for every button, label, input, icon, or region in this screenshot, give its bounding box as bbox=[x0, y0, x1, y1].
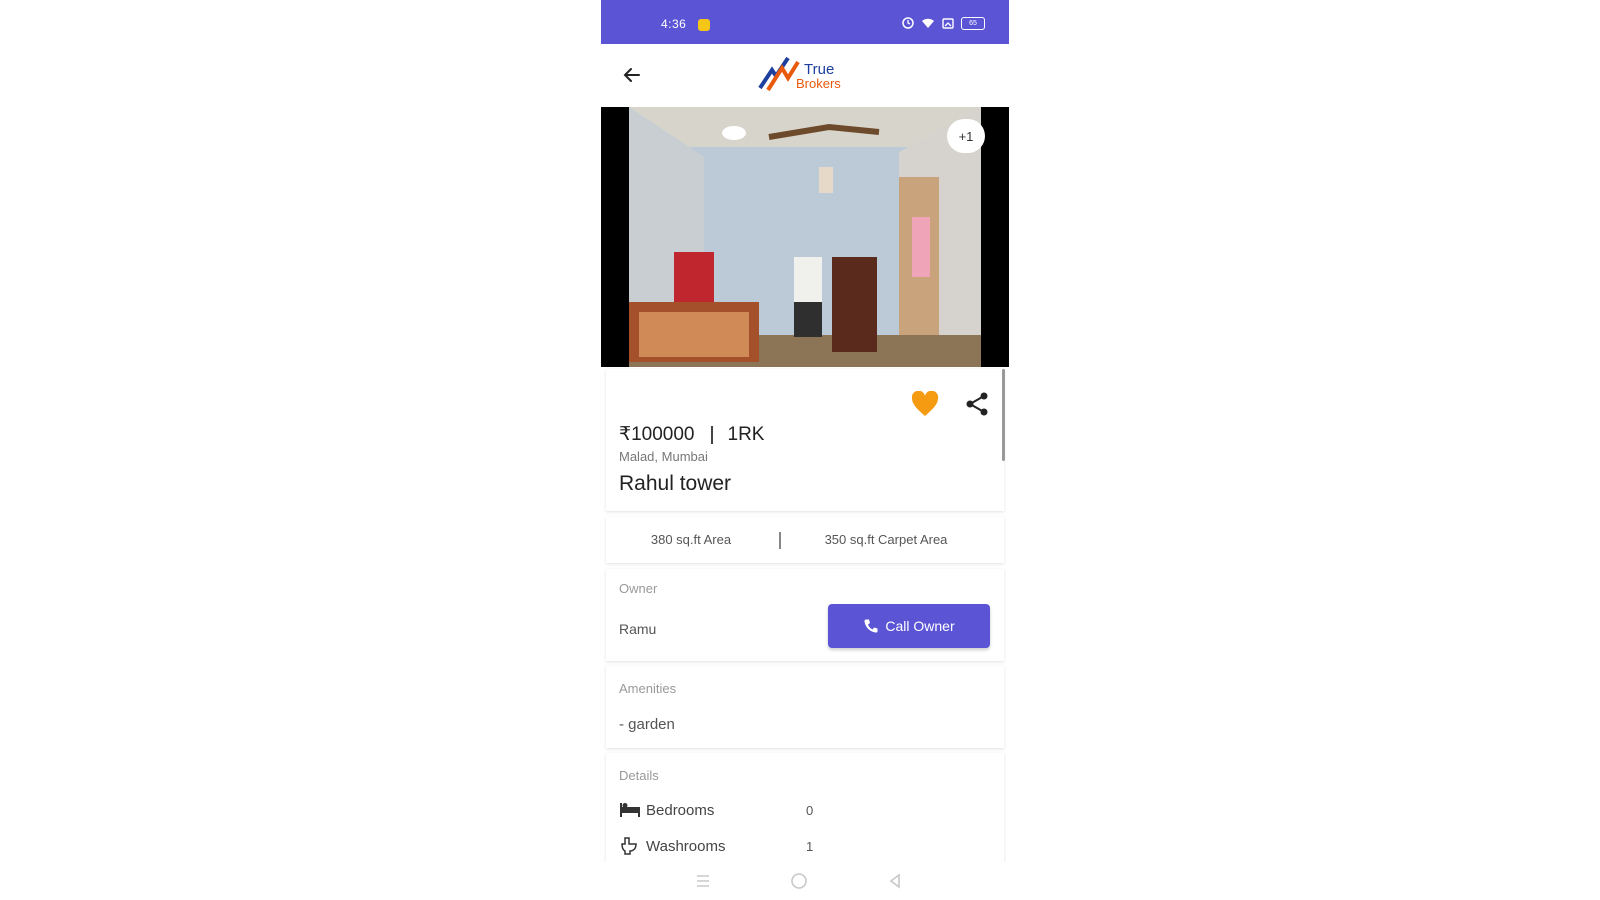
wifi-icon bbox=[922, 18, 934, 28]
detail-row-bedrooms: Bedrooms 0 bbox=[619, 798, 999, 822]
system-nav-bar bbox=[601, 862, 1009, 900]
detail-name: Bedrooms bbox=[646, 801, 715, 819]
phone-icon bbox=[864, 619, 878, 633]
area-card: 380 sq.ft Area 350 sq.ft Carpet Area bbox=[606, 517, 1004, 563]
phone-screen: 4:36 65 True Brokers +1 ₹100000 1RK Mala… bbox=[601, 0, 1009, 900]
photo-count-badge[interactable]: +1 bbox=[947, 119, 985, 153]
menu-icon[interactable] bbox=[693, 871, 713, 891]
amenities-card: Amenities - garden bbox=[606, 666, 1004, 748]
property-summary-card: ₹100000 1RK Malad, Mumbai Rahul tower bbox=[606, 369, 1004, 511]
arrow-left-icon bbox=[623, 68, 640, 82]
battery-icon: 65 bbox=[961, 16, 985, 30]
logo-text-bottom: Brokers bbox=[796, 76, 841, 91]
area-divider bbox=[779, 532, 781, 549]
detail-value: 0 bbox=[806, 802, 814, 818]
amenities-label: Amenities bbox=[619, 681, 677, 696]
property-type: 1RK bbox=[727, 423, 765, 445]
bed-icon bbox=[620, 803, 640, 817]
signal-icon bbox=[942, 18, 954, 29]
back-nav-icon[interactable] bbox=[885, 871, 905, 891]
property-photo bbox=[629, 107, 981, 367]
price: ₹100000 bbox=[619, 424, 695, 445]
true-brokers-logo: True Brokers bbox=[758, 56, 841, 92]
price-divider bbox=[710, 425, 713, 444]
back-button[interactable] bbox=[617, 60, 647, 90]
call-owner-label: Call Owner bbox=[885, 618, 955, 634]
share-icon[interactable] bbox=[964, 391, 990, 417]
detail-row-washrooms: Washrooms 1 bbox=[619, 834, 999, 858]
details-label: Details bbox=[619, 768, 659, 783]
location: Malad, Mumbai bbox=[619, 449, 708, 464]
owner-card: Owner Ramu Call Owner bbox=[606, 569, 1004, 661]
app-bar: True Brokers bbox=[601, 44, 1009, 106]
notification-icon bbox=[698, 19, 710, 31]
heart-icon[interactable] bbox=[911, 391, 939, 417]
details-card: Details Bedrooms 0 Washrooms 1 bbox=[606, 753, 1004, 863]
price-row: ₹100000 1RK bbox=[619, 423, 764, 446]
status-time: 4:36 bbox=[661, 17, 687, 31]
detail-name: Washrooms bbox=[646, 837, 726, 855]
area-value: 380 sq.ft Area bbox=[650, 532, 732, 547]
property-name: Rahul tower bbox=[619, 472, 732, 495]
status-bar: 4:36 65 bbox=[601, 0, 1009, 44]
home-icon[interactable] bbox=[789, 871, 809, 891]
detail-value: 1 bbox=[806, 838, 814, 854]
amenity-item: - garden bbox=[619, 716, 675, 733]
scrollbar[interactable] bbox=[1002, 369, 1005, 461]
property-photo-gallery[interactable]: +1 bbox=[601, 107, 1009, 367]
carpet-area-value: 350 sq.ft Carpet Area bbox=[824, 532, 948, 547]
call-owner-button[interactable]: Call Owner bbox=[828, 604, 990, 648]
owner-label: Owner bbox=[619, 581, 658, 596]
alarm-icon bbox=[902, 17, 914, 29]
status-icons: 65 bbox=[901, 16, 985, 30]
owner-name: Ramu bbox=[619, 621, 657, 637]
toilet-icon bbox=[621, 837, 637, 855]
